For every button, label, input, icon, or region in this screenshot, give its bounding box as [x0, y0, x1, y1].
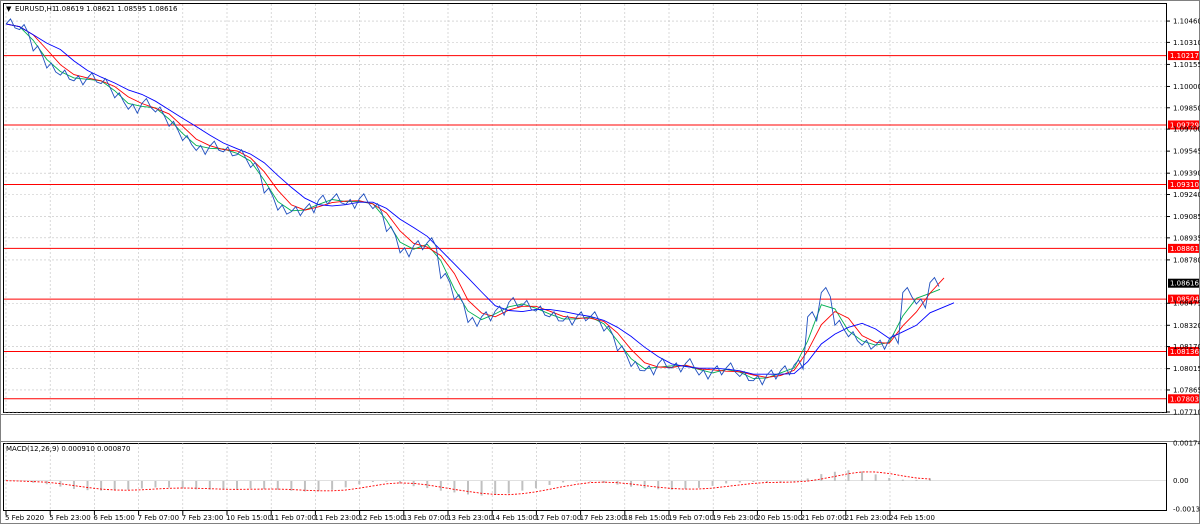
time-axis-label: 13 Feb 23:00 [447, 514, 493, 522]
price-axis-label: 1.09240 [1173, 191, 1200, 199]
ohlc-quote: 1.08619 1.08621 1.08595 1.08616 [55, 5, 178, 13]
price-axis-label: 1.07710 [1173, 409, 1200, 417]
price-axis-label: 1.08475 [1173, 300, 1200, 308]
time-axis-label: 10 Feb 15:00 [226, 514, 272, 522]
time-axis-label: 5 Feb 2020 [5, 514, 44, 522]
price-axis-label: 1.08780 [1173, 256, 1200, 264]
price-axis-label: 1.09085 [1173, 213, 1200, 221]
level-badge-label: 1.09310 [1170, 181, 1199, 189]
price-axis-label: 1.08935 [1173, 234, 1200, 242]
current-price-label: 1.08616 [1170, 280, 1199, 288]
price-axis-label: 1.09700 [1173, 126, 1200, 134]
time-axis-label: 21 Feb 23:00 [845, 514, 891, 522]
time-axis-label: 5 Feb 23:00 [49, 514, 90, 522]
price-axis-label: 1.08320 [1173, 322, 1200, 330]
chart-menu-icon[interactable]: ▼ [6, 5, 12, 13]
chart-frame [0, 0, 1200, 524]
level-badge-label: 1.08861 [1170, 245, 1199, 253]
time-axis-label: 11 Feb 23:00 [314, 514, 360, 522]
price-axis-label: 1.10460 [1173, 18, 1200, 26]
time-axis-label: 11 Feb 07:00 [270, 514, 316, 522]
trading-chart-window[interactable]: 1.10217 1.09729 1.09310 1.08861 1.08504 1.081… [0, 0, 1200, 524]
price-axis-label: 1.07865 [1173, 386, 1200, 394]
price-axis-label: 1.08170 [1173, 343, 1200, 351]
time-axis-label: 24 Feb 15:00 [889, 514, 935, 522]
price-axis-label: 1.09850 [1173, 104, 1200, 112]
price-axis-label: 1.10155 [1173, 61, 1200, 69]
time-axis-label: 6 Feb 15:00 [93, 514, 134, 522]
price-axis-label: 1.10000 [1173, 83, 1200, 91]
time-axis-label: 19 Feb 23:00 [712, 514, 758, 522]
time-axis-label: 17 Feb 23:00 [580, 514, 626, 522]
time-axis-label: 20 Feb 15:00 [756, 514, 802, 522]
time-axis-label: 18 Feb 15:00 [624, 514, 670, 522]
price-axis-label: 1.09545 [1173, 148, 1200, 156]
price-axis-label: 1.10310 [1173, 39, 1200, 47]
chart-canvas[interactable]: 1.102171.097291.093101.088611.085041.081… [0, 0, 1200, 524]
symbol-title: EURUSD,H1 [15, 5, 56, 13]
time-axis-label: 21 Feb 07:00 [801, 514, 847, 522]
price-axis-label: 1.08015 [1173, 365, 1200, 373]
level-badge-label: 1.07803 [1170, 395, 1199, 403]
time-axis-label: 17 Feb 07:00 [535, 514, 581, 522]
time-axis-label: 12 Feb 15:00 [359, 514, 405, 522]
price-axis-label: 1.09390 [1173, 170, 1200, 178]
time-axis-label: 7 Feb 07:00 [138, 514, 179, 522]
macd-label: MACD(12,26,9) 0.000910 0.000870 [6, 445, 130, 453]
level-badge-label: 1.10217 [1170, 52, 1199, 60]
macd-axis-label: 0.00 [1173, 477, 1189, 485]
time-axis-label: 13 Feb 07:00 [403, 514, 449, 522]
macd-axis-label: -0.001396 [1173, 506, 1200, 514]
time-axis-label: 19 Feb 07:00 [668, 514, 714, 522]
time-axis-label: 14 Feb 15:00 [491, 514, 537, 522]
macd-axis-label: 0.001741 [1173, 440, 1200, 448]
time-axis-label: 7 Feb 23:00 [182, 514, 223, 522]
